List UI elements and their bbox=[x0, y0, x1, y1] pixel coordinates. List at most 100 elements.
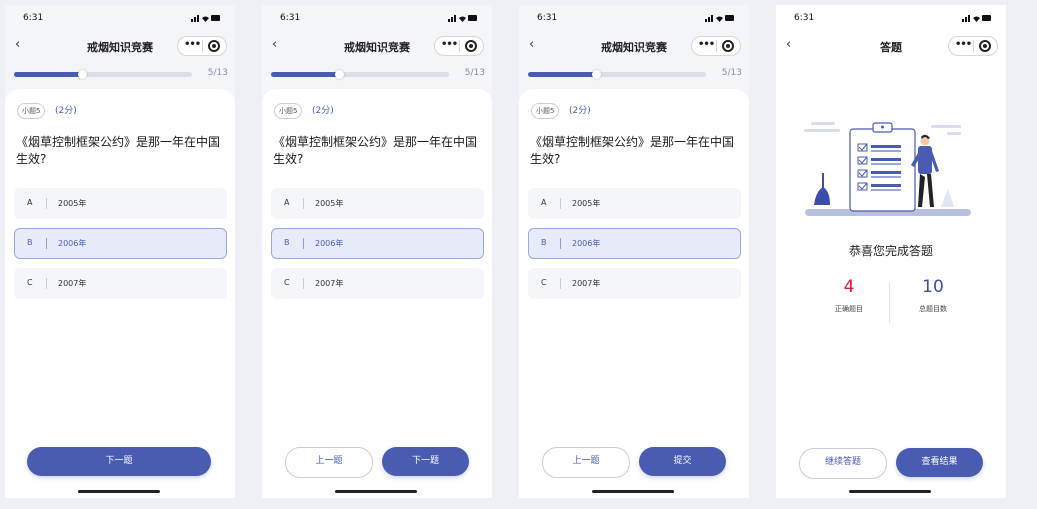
status-time: 6:31 bbox=[23, 13, 44, 23]
more-dots-icon[interactable]: ••• bbox=[698, 39, 715, 50]
option-text: 2006年 bbox=[58, 239, 87, 248]
option-letter: C bbox=[27, 278, 33, 287]
option-letter: B bbox=[27, 238, 33, 247]
next-question-button[interactable]: 下一题 bbox=[382, 447, 469, 476]
question-score: (2分) bbox=[312, 106, 334, 116]
option-c[interactable]: C 2007年 bbox=[271, 268, 484, 299]
menu-capsule: ••• bbox=[948, 36, 998, 56]
status-bar: 6:31 bbox=[23, 13, 221, 25]
question-card: 小题5 (2分) 《烟草控制框架公约》是那一年在中国生效? A 2005年 B … bbox=[519, 89, 749, 498]
option-letter: C bbox=[541, 278, 547, 287]
status-time: 6:31 bbox=[537, 13, 558, 23]
capsule-divider bbox=[202, 40, 203, 52]
status-bar: 6:31 bbox=[794, 13, 992, 25]
status-bar: 6:31 bbox=[537, 13, 735, 25]
more-dots-icon[interactable]: ••• bbox=[441, 39, 458, 50]
menu-capsule: ••• bbox=[434, 36, 484, 56]
continue-quiz-button[interactable]: 继续答题 bbox=[799, 448, 887, 479]
option-divider bbox=[303, 198, 304, 209]
target-icon[interactable] bbox=[979, 40, 991, 52]
home-indicator bbox=[849, 490, 931, 493]
nav-bar: ‹ 戒烟知识竞赛 ••• bbox=[519, 33, 749, 61]
signal-wifi-battery-icon bbox=[448, 15, 477, 22]
option-a[interactable]: A 2005年 bbox=[14, 188, 227, 219]
progress-label: 5/13 bbox=[207, 68, 228, 78]
option-text: 2007年 bbox=[315, 279, 344, 288]
option-text: 2007年 bbox=[58, 279, 87, 288]
question-tag: 小题5 bbox=[274, 103, 303, 119]
nav-bar: ‹ 戒烟知识竞赛 ••• bbox=[5, 33, 235, 61]
target-icon[interactable] bbox=[722, 40, 734, 52]
progress-label: 5/13 bbox=[721, 68, 742, 78]
option-c[interactable]: C 2007年 bbox=[14, 268, 227, 299]
option-text: 2005年 bbox=[58, 199, 87, 208]
option-letter: B bbox=[541, 238, 547, 247]
previous-question-button[interactable]: 上一题 bbox=[542, 447, 630, 478]
option-text: 2006年 bbox=[315, 239, 344, 248]
question-tag: 小题5 bbox=[531, 103, 560, 119]
progress-knob bbox=[334, 70, 344, 79]
question-tag: 小题5 bbox=[17, 103, 46, 119]
question-card: 小题5 (2分) 《烟草控制框架公约》是那一年在中国生效? A 2005年 B … bbox=[262, 89, 492, 498]
progress-knob bbox=[77, 70, 87, 79]
capsule-divider bbox=[716, 40, 717, 52]
option-a[interactable]: A 2005年 bbox=[528, 188, 741, 219]
option-divider bbox=[303, 278, 304, 289]
question-text: 《烟草控制框架公约》是那一年在中国生效? bbox=[530, 135, 735, 166]
status-bar: 6:31 bbox=[280, 13, 478, 25]
progress-bar bbox=[14, 70, 192, 79]
nav-bar: ‹ 答题 ••• bbox=[776, 33, 1006, 61]
capsule-divider bbox=[973, 40, 974, 52]
menu-capsule: ••• bbox=[177, 36, 227, 56]
quiz-screen-3: 6:31 ‹ 戒烟知识竞赛 ••• 5/13 小题5 (2分) 《烟草控制框架公… bbox=[519, 5, 749, 498]
previous-question-button[interactable]: 上一题 bbox=[285, 447, 373, 478]
result-screen: 6:31 ‹ 答题 ••• 恭喜您完成答题 4 正确题目 10 总题目数 继续答… bbox=[776, 5, 1006, 498]
option-c[interactable]: C 2007年 bbox=[528, 268, 741, 299]
next-question-button[interactable]: 下一题 bbox=[27, 447, 211, 476]
option-letter: B bbox=[284, 238, 290, 247]
signal-wifi-battery-icon bbox=[705, 15, 734, 22]
option-text: 2006年 bbox=[572, 239, 601, 248]
signal-wifi-battery-icon bbox=[191, 15, 220, 22]
correct-label: 正确题目 bbox=[835, 305, 863, 313]
total-count: 10 bbox=[922, 277, 944, 297]
option-letter: A bbox=[27, 198, 33, 207]
option-b[interactable]: B 2006年 bbox=[528, 228, 741, 259]
stat-divider bbox=[889, 283, 890, 323]
option-divider bbox=[560, 198, 561, 209]
option-letter: A bbox=[284, 198, 290, 207]
option-letter: C bbox=[284, 278, 290, 287]
progress-fill bbox=[14, 72, 83, 77]
capsule-divider bbox=[459, 40, 460, 52]
total-label: 总题目数 bbox=[919, 305, 947, 313]
option-text: 2005年 bbox=[572, 199, 601, 208]
progress-bar bbox=[528, 70, 706, 79]
more-dots-icon[interactable]: ••• bbox=[955, 39, 972, 50]
option-divider bbox=[46, 198, 47, 209]
status-time: 6:31 bbox=[794, 13, 815, 23]
status-time: 6:31 bbox=[280, 13, 301, 23]
more-dots-icon[interactable]: ••• bbox=[184, 39, 201, 50]
option-letter: A bbox=[541, 198, 547, 207]
question-score: (2分) bbox=[569, 106, 591, 116]
home-indicator bbox=[78, 490, 160, 493]
option-b[interactable]: B 2006年 bbox=[14, 228, 227, 259]
signal-wifi-battery-icon bbox=[962, 15, 991, 22]
progress-bar bbox=[271, 70, 449, 79]
checklist-illustration-icon bbox=[804, 122, 971, 216]
target-icon[interactable] bbox=[465, 40, 477, 52]
menu-capsule: ••• bbox=[691, 36, 741, 56]
option-divider bbox=[560, 278, 561, 289]
option-a[interactable]: A 2005年 bbox=[271, 188, 484, 219]
view-result-button[interactable]: 查看结果 bbox=[896, 448, 983, 477]
option-text: 2005年 bbox=[315, 199, 344, 208]
option-b[interactable]: B 2006年 bbox=[271, 228, 484, 259]
quiz-screen-1: 6:31 ‹ 戒烟知识竞赛 ••• 5/13 小题5 (2分) 《烟草控制框架公… bbox=[5, 5, 235, 498]
question-card: 小题5 (2分) 《烟草控制框架公约》是那一年在中国生效? A 2005年 B … bbox=[5, 89, 235, 498]
option-divider bbox=[46, 278, 47, 289]
question-text: 《烟草控制框架公约》是那一年在中国生效? bbox=[273, 135, 478, 166]
correct-count: 4 bbox=[843, 277, 855, 297]
submit-button[interactable]: 提交 bbox=[639, 447, 726, 476]
target-icon[interactable] bbox=[208, 40, 220, 52]
option-divider bbox=[560, 238, 561, 249]
